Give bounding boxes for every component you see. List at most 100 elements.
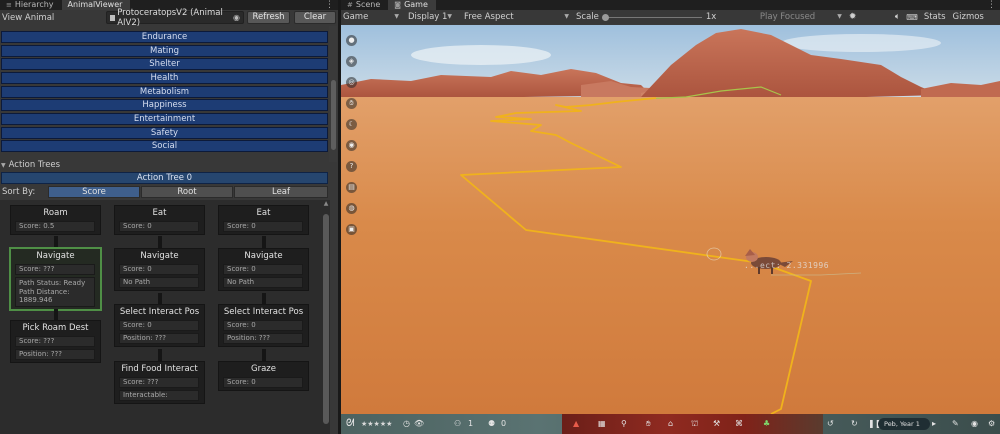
need-bar-happiness[interactable]: Happiness bbox=[1, 99, 328, 111]
node-title: Select Interact Pos bbox=[119, 307, 200, 317]
tree-node-eat[interactable]: Eat Score: 0 bbox=[218, 205, 309, 235]
viewer-toolbar: View Animal ProtoceratopsV2 (Animal AIV2… bbox=[0, 8, 338, 28]
node-field: Interactable: bbox=[119, 390, 199, 401]
node-connector bbox=[262, 236, 266, 248]
shop-icon[interactable]: ⌂ bbox=[668, 414, 673, 434]
desert-ground bbox=[341, 97, 1000, 414]
need-bar-safety[interactable]: Safety bbox=[1, 127, 328, 139]
sort-option-score[interactable]: Score bbox=[48, 186, 140, 198]
need-bar-entertainment[interactable]: Entertainment bbox=[1, 113, 328, 125]
hand-icon[interactable]: ✋︎ bbox=[346, 98, 357, 109]
eye-toggle-icon[interactable]: ◉ bbox=[971, 414, 978, 434]
need-bar-shelter[interactable]: Shelter bbox=[1, 58, 328, 70]
action-tree-selector[interactable]: Action Tree 0 bbox=[1, 172, 328, 184]
pin-icon[interactable]: ● bbox=[346, 35, 357, 46]
aspect-dropdown[interactable]: Free Aspect ▼ bbox=[455, 10, 572, 24]
scale-value: 1x bbox=[705, 12, 717, 22]
stats-toggle[interactable]: Stats bbox=[924, 12, 946, 22]
build-icon[interactable]: ▦ bbox=[598, 414, 606, 434]
needs-scrollbar[interactable] bbox=[329, 26, 337, 162]
node-field: Score: ??? bbox=[119, 377, 199, 388]
globe-icon[interactable]: ◍ bbox=[346, 203, 357, 214]
need-bar-endurance[interactable]: Endurance bbox=[1, 31, 328, 43]
sort-option-root[interactable]: Root bbox=[141, 186, 233, 198]
gate-icon[interactable]: ⛫ bbox=[691, 414, 698, 434]
scale-slider-knob[interactable] bbox=[601, 14, 609, 21]
cube-icon bbox=[110, 14, 116, 21]
game-viewport[interactable]: ● ◈ ◎ ✋︎ ☾ ◉ ? ▤ ◍ ▣ ...ect: 2.331996 bbox=[341, 25, 1000, 414]
scale-slider[interactable] bbox=[599, 10, 702, 24]
display-value: Display 1 bbox=[408, 12, 448, 22]
nature-icon[interactable]: ♣ bbox=[763, 414, 770, 434]
tab-game[interactable]: ◙ Game bbox=[388, 0, 436, 10]
tree-node-eat[interactable]: Eat Score: 0 bbox=[114, 205, 205, 235]
tab-scene[interactable]: # Scene bbox=[341, 0, 388, 10]
tree-node-find-food-interact[interactable]: Find Food Interact Score: ??? Interactab… bbox=[114, 361, 205, 404]
list-icon: ≡ bbox=[6, 1, 12, 9]
node-field: Score: 0 bbox=[223, 320, 303, 331]
world-debug-label: ...ect: 2.331996 bbox=[744, 261, 830, 270]
target-picker-icon[interactable]: ◉ bbox=[233, 13, 240, 22]
tree-node-graze[interactable]: Graze Score: 0 bbox=[218, 361, 309, 391]
eye-icon[interactable]: 👁︎ bbox=[414, 414, 424, 434]
tree-node-navigate[interactable]: Navigate Score: 0 No Path bbox=[114, 248, 205, 291]
hand-tool-icon[interactable]: ✋︎ bbox=[646, 414, 651, 434]
warning-icon[interactable]: ▲ bbox=[573, 414, 579, 434]
need-bar-mating[interactable]: Mating bbox=[1, 45, 328, 57]
node-connector bbox=[158, 349, 162, 361]
tools-icon[interactable]: ⚒ bbox=[713, 414, 720, 434]
kebab-menu-icon[interactable]: ⋮ bbox=[325, 0, 338, 10]
cloud bbox=[781, 34, 941, 52]
book-icon[interactable]: ▤ bbox=[346, 182, 357, 193]
brush-icon[interactable]: ⚲ bbox=[621, 414, 627, 434]
moon-icon[interactable]: ☾ bbox=[346, 119, 357, 130]
game-mode-dropdown[interactable]: Game ▼ bbox=[341, 10, 402, 24]
habitat-icon[interactable]: ⌘ bbox=[735, 414, 743, 434]
redo-icon[interactable]: ↻ bbox=[851, 414, 858, 434]
node-title: Navigate bbox=[140, 251, 179, 261]
tree-node-roam[interactable]: Roam Score: 0.5 bbox=[10, 205, 101, 235]
needs-scroll-thumb[interactable] bbox=[331, 80, 336, 150]
graph-vertical-scrollbar[interactable]: ▲ bbox=[322, 200, 330, 434]
tree-node-navigate-selected[interactable]: Navigate Score: ??? Path Status: Ready P… bbox=[9, 247, 102, 311]
desert-scene bbox=[341, 25, 1000, 414]
node-title: Eat bbox=[256, 208, 271, 218]
node-field: Score: 0 bbox=[119, 221, 199, 232]
settings-gear-icon[interactable]: ⚙ bbox=[988, 414, 995, 434]
audio-mute-icon[interactable]: 🔈︎ bbox=[895, 12, 900, 22]
help-icon[interactable]: ? bbox=[346, 161, 357, 172]
animal-object-field[interactable]: ProtoceratopsV2 (Animal AIV2) ◉ bbox=[106, 8, 244, 28]
action-trees-foldout[interactable]: ▼ Action Trees bbox=[0, 159, 60, 171]
settings-icon[interactable]: ◈ bbox=[346, 56, 357, 67]
display-settings-icon[interactable]: ⌨ bbox=[906, 13, 918, 22]
play-icon[interactable]: ▸ bbox=[932, 414, 936, 434]
tree-node-navigate[interactable]: Navigate Score: 0 No Path bbox=[218, 248, 309, 291]
node-field: No Path bbox=[119, 277, 199, 288]
need-bar-metabolism[interactable]: Metabolism bbox=[1, 86, 328, 98]
kebab-menu-icon[interactable]: ⋮ bbox=[987, 0, 1000, 10]
tree-node-select-interact-pos[interactable]: Select Interact Pos Score: 0 Position: ?… bbox=[114, 304, 205, 347]
tree-node-select-interact-pos[interactable]: Select Interact Pos Score: 0 Position: ?… bbox=[218, 304, 309, 347]
scroll-up-icon[interactable]: ▲ bbox=[322, 200, 330, 208]
pen-icon[interactable]: ✎ bbox=[952, 414, 959, 434]
need-bar-social[interactable]: Social bbox=[1, 140, 328, 152]
play-mode-dropdown[interactable]: Play Focused ▼ bbox=[758, 10, 845, 24]
node-field: Score: 0 bbox=[223, 221, 303, 232]
need-bar-health[interactable]: Health bbox=[1, 72, 328, 84]
tree-node-pick-roam-dest[interactable]: Pick Roam Dest Score: ??? Position: ??? bbox=[10, 320, 101, 363]
eye-icon[interactable]: ◉ bbox=[346, 140, 357, 151]
gizmos-toggle[interactable]: Gizmos bbox=[953, 12, 984, 22]
tab-hierarchy[interactable]: ≡ Hierarchy bbox=[0, 0, 62, 10]
clear-button[interactable]: Clear bbox=[294, 11, 336, 24]
sort-option-leaf[interactable]: Leaf bbox=[234, 186, 328, 198]
bug-icon[interactable]: ✹ bbox=[849, 12, 885, 22]
dino-icon[interactable]: ᘛ bbox=[346, 414, 355, 434]
undo-icon[interactable]: ↺ bbox=[827, 414, 834, 434]
graph-scroll-thumb[interactable] bbox=[323, 214, 329, 424]
display-dropdown[interactable]: Display 1 ▼ bbox=[402, 10, 455, 24]
refresh-button[interactable]: Refresh bbox=[247, 11, 290, 24]
camera-icon[interactable]: ▣ bbox=[346, 224, 357, 235]
clock-icon[interactable]: ◷ bbox=[403, 414, 410, 434]
caret-down-icon: ▼ bbox=[394, 13, 399, 20]
target-icon[interactable]: ◎ bbox=[346, 77, 357, 88]
